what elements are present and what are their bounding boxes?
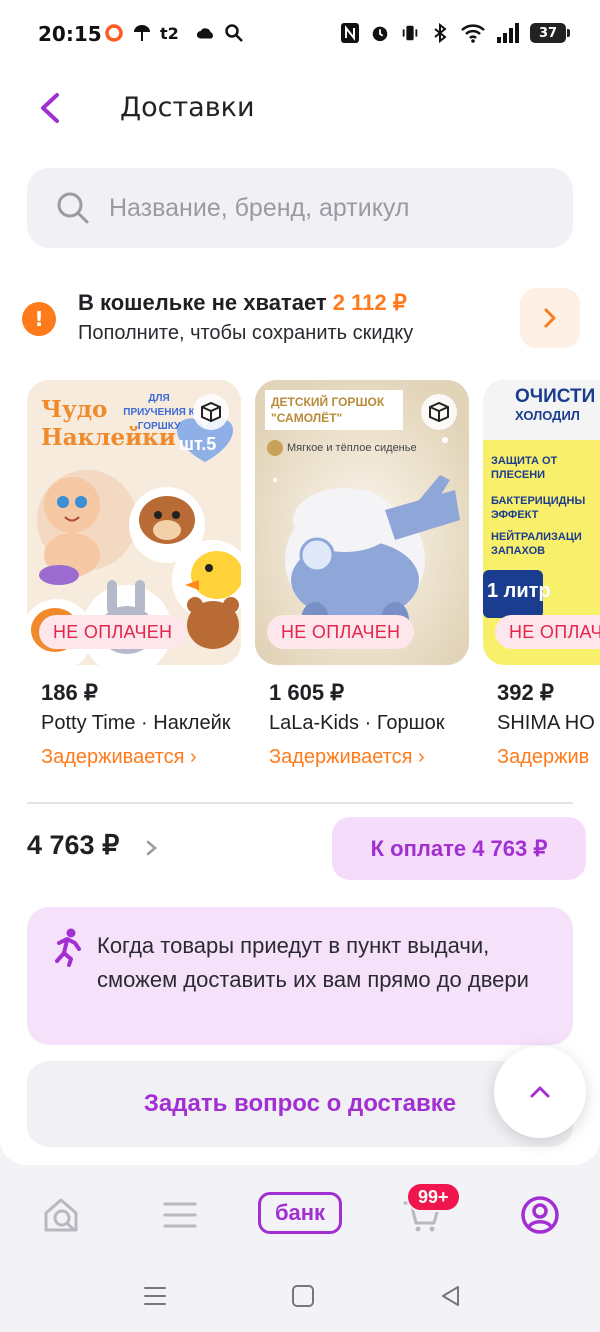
header: Доставки <box>0 80 600 136</box>
recent-apps-button[interactable] <box>142 1284 168 1312</box>
image-feature-3: НЕЙТРАЛИЗАЦИ ЗАПАХОВ <box>491 531 582 557</box>
image-feature-1: ЗАЩИТА ОТ ПЛЕСЕНИ <box>491 455 558 481</box>
running-person-icon <box>49 927 85 967</box>
triangle-back-icon <box>442 1286 459 1306</box>
product-price: 392 ₽ <box>497 680 554 705</box>
delivery-status-link[interactable]: Задержив <box>497 746 589 769</box>
cloud-icon <box>196 22 216 44</box>
search-input[interactable] <box>109 168 549 248</box>
wallet-subtitle: Пополните, чтобы сохранить скидку <box>78 322 414 344</box>
notice-text: Когда товары приедут в пункт выдачи, смо… <box>97 933 529 992</box>
product-name[interactable]: LaLa-Kids · Горшок <box>269 712 459 735</box>
product-carousel[interactable]: Чудо Наклейки ДЛЯ ПРИУЧЕНИЯ К ГОРШКУ шт.… <box>0 380 600 780</box>
tab-home[interactable] <box>40 1190 84 1240</box>
image-subtitle: ХОЛОДИЛ <box>515 408 580 423</box>
tab-bank[interactable]: банк <box>258 1192 342 1234</box>
bottom-tab-bar: банк 99+ <box>0 1168 600 1260</box>
profile-icon <box>521 1196 559 1234</box>
battery-indicator: 37 <box>530 23 570 43</box>
product-price: 186 ₽ <box>41 680 98 705</box>
return-box-icon[interactable] <box>421 394 457 430</box>
ask-delivery-question-button[interactable]: Задать вопрос о доставке <box>27 1061 573 1147</box>
wallet-title-prefix: В кошельке не хватает <box>78 290 333 315</box>
delivery-status-link[interactable]: Задерживается › <box>269 746 425 769</box>
square-icon <box>292 1285 314 1307</box>
delivery-status-link[interactable]: Задерживается › <box>41 746 197 769</box>
unpaid-badge: НЕ ОПЛАЧ <box>495 615 600 649</box>
image-title: ОЧИСТИ <box>515 386 596 407</box>
product-image[interactable]: ДЕТСКИЙ ГОРШОК "САМОЛЁТ" Мягкое и тёплое… <box>255 380 469 665</box>
search-bar[interactable] <box>27 168 573 248</box>
product-card[interactable]: ДЕТСКИЙ ГОРШОК "САМОЛЁТ" Мягкое и тёплое… <box>255 380 469 768</box>
product-name[interactable]: Potty Time · Наклейки <box>41 712 231 735</box>
warning-icon: ! <box>22 302 56 336</box>
circle-notification-icon <box>104 22 124 44</box>
image-feature: Мягкое и тёплое сиденье <box>267 440 417 456</box>
image-count: шт.5 <box>179 434 217 454</box>
back-nav-button[interactable] <box>438 1283 464 1313</box>
status-time: 20:15 <box>38 22 102 46</box>
bluetooth-icon <box>430 22 450 44</box>
tab-profile[interactable] <box>518 1190 562 1240</box>
home-search-icon <box>44 1198 78 1232</box>
image-volume: 1 литр <box>487 580 551 602</box>
product-image[interactable]: Чудо Наклейки ДЛЯ ПРИУЧЕНИЯ К ГОРШКУ шт.… <box>27 380 241 665</box>
nfc-icon <box>340 22 360 44</box>
unpaid-badge: НЕ ОПЛАЧЕН <box>267 615 415 649</box>
chevron-left-icon <box>41 93 59 123</box>
tab-catalog[interactable] <box>160 1190 200 1240</box>
chevron-right-icon <box>544 308 556 328</box>
pay-button[interactable]: К оплате 4 763 ₽ <box>332 817 586 880</box>
status-right-icons: 37 <box>340 22 570 44</box>
page-title: Доставки <box>120 92 255 123</box>
home-button[interactable] <box>290 1283 316 1313</box>
wallet-title: В кошельке не хватает 2 112 ₽ <box>78 290 407 316</box>
menu-icon <box>163 1202 197 1228</box>
page: 20:15 t2 37 Доставки Название, бренд, ар… <box>0 0 600 1165</box>
search-small-icon <box>224 22 244 44</box>
chevron-up-icon <box>530 1086 550 1098</box>
product-card[interactable]: Чудо Наклейки ДЛЯ ПРИУЧЕНИЯ К ГОРШКУ шт.… <box>27 380 241 768</box>
scroll-top-button[interactable] <box>494 1046 586 1138</box>
divider <box>27 802 573 804</box>
image-product-title: ДЕТСКИЙ ГОРШОК "САМОЛЁТ" <box>265 390 403 430</box>
svg-text:t2: t2 <box>160 24 179 43</box>
unpaid-badge: НЕ ОПЛАЧЕН <box>39 615 187 649</box>
alarm-icon <box>370 22 390 44</box>
menu-lines-icon <box>144 1287 166 1305</box>
product-name[interactable]: SHIMA HO <box>497 712 600 735</box>
back-button[interactable] <box>30 88 70 128</box>
vibrate-icon <box>400 22 420 44</box>
image-tagline: ДЛЯ ПРИУЧЕНИЯ К ГОРШКУ <box>123 393 195 432</box>
product-image[interactable]: ОЧИСТИ ХОЛОДИЛ ЗАЩИТА ОТ ПЛЕСЕНИ БАКТЕРИ… <box>483 380 600 665</box>
order-total[interactable]: 4 763 ₽ <box>27 830 119 861</box>
chevron-right-icon[interactable] <box>142 836 162 860</box>
product-card[interactable]: ОЧИСТИ ХОЛОДИЛ ЗАЩИТА ОТ ПЛЕСЕНИ БАКТЕРИ… <box>483 380 600 768</box>
status-bar: 20:15 t2 37 <box>0 0 600 66</box>
search-icon <box>55 190 91 226</box>
wallet-warning[interactable]: ! В кошельке не хватает 2 112 ₽ Пополнит… <box>0 282 600 352</box>
return-box-icon[interactable] <box>193 394 229 430</box>
wallet-open-button[interactable] <box>520 288 580 348</box>
product-price: 1 605 ₽ <box>269 680 345 705</box>
t2-icon: t2 <box>160 22 188 44</box>
wallet-missing-amount: 2 112 ₽ <box>332 290 407 315</box>
system-nav-bar <box>0 1262 600 1332</box>
image-feature-2: БАКТЕРИЦИДНЫ ЭФФЕКТ <box>491 495 586 521</box>
umbrella-icon <box>132 22 152 44</box>
door-delivery-notice: Когда товары приедут в пункт выдачи, смо… <box>27 907 573 1045</box>
cart-count-badge: 99+ <box>406 1182 461 1212</box>
wifi-icon <box>460 22 486 44</box>
signal-icon <box>496 22 520 44</box>
status-left-icons: t2 <box>104 22 244 44</box>
check-icon <box>267 440 283 456</box>
